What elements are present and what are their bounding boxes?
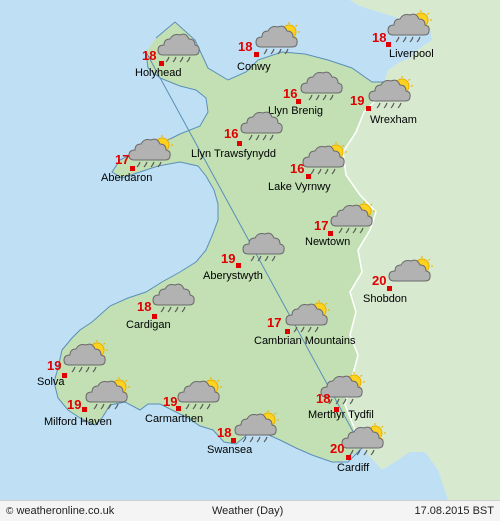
- conwy-label[interactable]: Conwy: [237, 61, 271, 73]
- swansea-temperature: 18: [217, 425, 232, 440]
- carmarthen-temperature: 19: [163, 394, 178, 409]
- wrexham-weather-icon: [368, 76, 414, 109]
- cambrian-mountains-label[interactable]: Cambrian Mountains: [254, 335, 356, 347]
- cambrian-mountains-temperature: 17: [267, 315, 282, 330]
- conwy-weather-icon: [255, 22, 301, 55]
- aberdaron-marker[interactable]: [130, 166, 135, 171]
- holyhead-temperature: 18: [142, 48, 157, 63]
- llyn-trawsfynydd-label[interactable]: Llyn Trawsfynydd: [191, 148, 276, 160]
- lake-vyrnwy-marker[interactable]: [306, 174, 311, 179]
- merthyr-tydfil-label[interactable]: Merthyr Tydfil: [308, 409, 374, 421]
- shobdon-marker[interactable]: [387, 286, 392, 291]
- cambrian-mountains-weather-icon: [285, 300, 331, 333]
- holyhead-marker[interactable]: [159, 61, 164, 66]
- carmarthen-label[interactable]: Carmarthen: [145, 413, 203, 425]
- liverpool-marker[interactable]: [386, 42, 391, 47]
- carmarthen-weather-icon: [177, 377, 223, 410]
- footer-credit[interactable]: © weatheronline.co.uk: [6, 505, 114, 517]
- cardigan-label[interactable]: Cardigan: [126, 319, 171, 331]
- solva-weather-icon: [63, 340, 109, 373]
- newtown-label[interactable]: Newtown: [305, 236, 350, 248]
- merthyr-tydfil-temperature: 18: [316, 391, 331, 406]
- shobdon-label[interactable]: Shobdon: [363, 293, 407, 305]
- holyhead-label[interactable]: Holyhead: [135, 67, 181, 79]
- lake-vyrnwy-label[interactable]: Lake Vyrnwy: [268, 181, 331, 193]
- milford-haven-label[interactable]: Milford Haven: [44, 416, 112, 428]
- cardigan-temperature: 18: [137, 299, 152, 314]
- swansea-marker[interactable]: [231, 438, 236, 443]
- liverpool-label[interactable]: Liverpool: [389, 48, 434, 60]
- wrexham-label[interactable]: Wrexham: [370, 114, 417, 126]
- lake-vyrnwy-temperature: 16: [290, 161, 305, 176]
- llyn-brenig-weather-icon: [300, 71, 343, 101]
- solva-temperature: 19: [47, 358, 62, 373]
- milford-haven-temperature: 19: [67, 397, 82, 412]
- copyright-icon: ©: [6, 506, 14, 517]
- aberystwyth-temperature: 19: [221, 251, 236, 266]
- holyhead-weather-icon: [157, 33, 200, 63]
- aberystwyth-label[interactable]: Aberystwyth: [203, 270, 263, 282]
- wrexham-temperature: 19: [350, 93, 365, 108]
- footer-bar: © weatheronline.co.uk Weather (Day) 17.0…: [0, 500, 500, 521]
- solva-label[interactable]: Solva: [37, 376, 65, 388]
- aberystwyth-weather-icon: [242, 232, 285, 262]
- aberdaron-label[interactable]: Aberdaron: [101, 172, 152, 184]
- map-date: 17.08.2015 BST: [414, 505, 494, 517]
- llyn-trawsfynydd-weather-icon: [240, 111, 283, 141]
- shobdon-temperature: 20: [372, 273, 387, 288]
- swansea-weather-icon: [234, 410, 280, 443]
- newtown-weather-icon: [330, 201, 376, 234]
- llyn-trawsfynydd-marker[interactable]: [237, 141, 242, 146]
- conwy-marker[interactable]: [254, 52, 259, 57]
- aberdaron-temperature: 17: [115, 152, 130, 167]
- milford-haven-marker[interactable]: [82, 407, 87, 412]
- cardiff-weather-icon: [341, 423, 387, 456]
- aberdaron-weather-icon: [128, 135, 174, 168]
- llyn-trawsfynydd-temperature: 16: [224, 126, 239, 141]
- cardigan-weather-icon: [152, 283, 195, 313]
- map-title: Weather (Day): [212, 505, 284, 517]
- newtown-temperature: 17: [314, 218, 329, 233]
- credit-text: weatheronline.co.uk: [16, 505, 115, 517]
- cardiff-temperature: 20: [330, 441, 345, 456]
- llyn-brenig-temperature: 16: [283, 86, 298, 101]
- milford-haven-weather-icon: [85, 377, 131, 410]
- aberystwyth-marker[interactable]: [236, 263, 241, 268]
- cardiff-marker[interactable]: [346, 455, 351, 460]
- wrexham-marker[interactable]: [366, 106, 371, 111]
- cardiff-label[interactable]: Cardiff: [337, 462, 369, 474]
- liverpool-weather-icon: [387, 10, 433, 43]
- lake-vyrnwy-weather-icon: [302, 142, 348, 175]
- shobdon-weather-icon: [388, 256, 434, 282]
- conwy-temperature: 18: [238, 39, 253, 54]
- swansea-label[interactable]: Swansea: [207, 444, 252, 456]
- liverpool-temperature: 18: [372, 30, 387, 45]
- cambrian-mountains-marker[interactable]: [285, 329, 290, 334]
